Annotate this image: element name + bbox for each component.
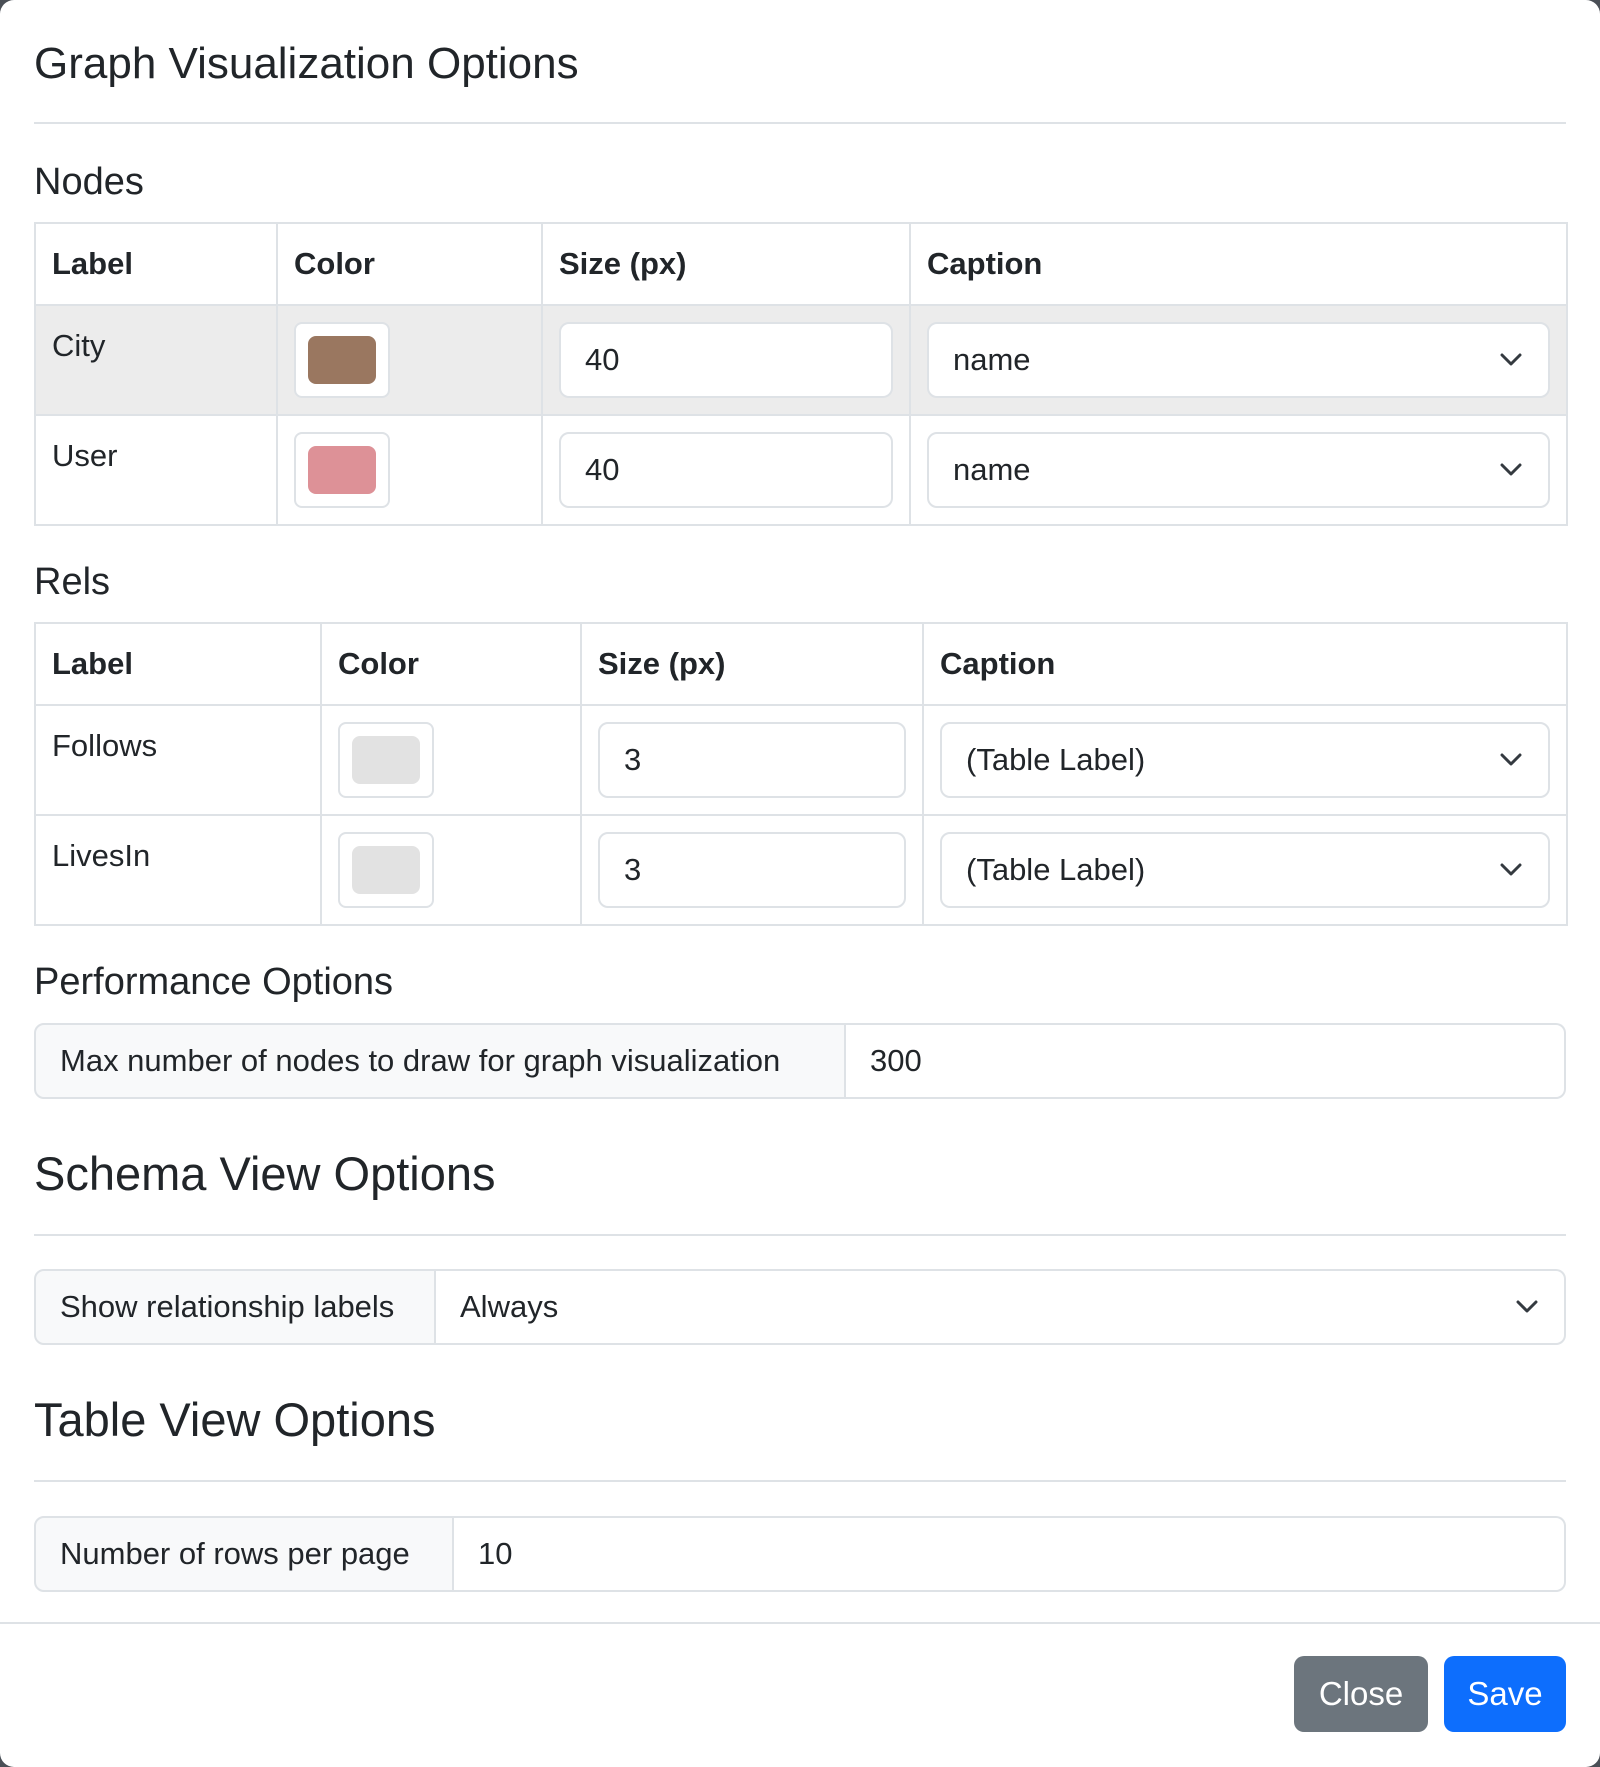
chevron-down-icon xyxy=(1500,353,1522,366)
table-row: Follows 3 (Table Label) xyxy=(34,704,1568,816)
rel-label: Follows xyxy=(34,704,322,816)
column-header-size: Size (px) xyxy=(580,622,924,706)
color-cell xyxy=(320,704,582,816)
rows-per-page-input-group: Number of rows per page 10 xyxy=(34,1516,1566,1592)
caption-select[interactable]: (Table Label) xyxy=(940,722,1550,798)
chevron-down-icon xyxy=(1500,753,1522,766)
rels-table-header: Label Color Size (px) Caption xyxy=(34,622,1568,706)
caption-select-value: name xyxy=(953,342,1031,377)
column-header-label: Label xyxy=(34,622,322,706)
color-picker[interactable] xyxy=(338,722,434,798)
show-relationship-labels-value: Always xyxy=(460,1289,559,1324)
table-row: User 40 name xyxy=(34,414,1568,526)
color-picker[interactable] xyxy=(338,832,434,908)
size-input[interactable]: 40 xyxy=(559,432,893,508)
nodes-table: Label Color Size (px) Caption City 40 na… xyxy=(34,222,1568,526)
size-cell: 40 xyxy=(541,414,911,526)
rows-per-page-input[interactable]: 10 xyxy=(454,1516,1566,1592)
rels-heading: Rels xyxy=(34,561,111,603)
size-cell: 40 xyxy=(541,304,911,416)
caption-cell: name xyxy=(909,414,1568,526)
node-label: User xyxy=(34,414,278,526)
rels-table: Label Color Size (px) Caption Follows 3 xyxy=(34,622,1568,926)
schema-view-options-heading: Schema View Options xyxy=(34,1147,496,1200)
caption-select[interactable]: name xyxy=(927,322,1550,398)
caption-select-value: name xyxy=(953,452,1031,487)
divider xyxy=(34,1234,1566,1236)
color-picker[interactable] xyxy=(294,432,390,508)
modal-title: Graph Visualization Options xyxy=(34,39,579,88)
size-cell: 3 xyxy=(580,814,924,926)
column-header-caption: Caption xyxy=(909,222,1568,306)
color-picker[interactable] xyxy=(294,322,390,398)
size-input[interactable]: 3 xyxy=(598,722,906,798)
column-header-size: Size (px) xyxy=(541,222,911,306)
show-relationship-labels-select[interactable]: Always xyxy=(436,1269,1566,1345)
size-input[interactable]: 3 xyxy=(598,832,906,908)
nodes-table-header: Label Color Size (px) Caption xyxy=(34,222,1568,306)
color-cell xyxy=(276,304,543,416)
performance-options-heading: Performance Options xyxy=(34,961,394,1003)
color-cell xyxy=(276,414,543,526)
show-relationship-labels-label: Show relationship labels xyxy=(34,1269,436,1345)
table-row: City 40 name xyxy=(34,304,1568,416)
caption-select-value: (Table Label) xyxy=(966,742,1146,777)
max-nodes-input[interactable]: 300 xyxy=(846,1023,1566,1099)
max-nodes-input-group: Max number of nodes to draw for graph vi… xyxy=(34,1023,1566,1099)
max-nodes-value: 300 xyxy=(870,1043,922,1078)
show-relationship-labels-input-group: Show relationship labels Always xyxy=(34,1269,1566,1345)
modal-header: Graph Visualization Options xyxy=(34,30,1566,124)
column-header-caption: Caption xyxy=(922,622,1568,706)
color-swatch xyxy=(308,336,376,384)
node-label: City xyxy=(34,304,278,416)
table-view-options-heading: Table View Options xyxy=(34,1393,436,1446)
rows-per-page-label: Number of rows per page xyxy=(34,1516,454,1592)
caption-select[interactable]: (Table Label) xyxy=(940,832,1550,908)
caption-select[interactable]: name xyxy=(927,432,1550,508)
color-cell xyxy=(320,814,582,926)
divider xyxy=(34,1480,1566,1482)
column-header-color: Color xyxy=(320,622,582,706)
color-swatch xyxy=(352,736,420,784)
caption-cell: (Table Label) xyxy=(922,814,1568,926)
rel-label: LivesIn xyxy=(34,814,322,926)
max-nodes-label: Max number of nodes to draw for graph vi… xyxy=(34,1023,846,1099)
size-cell: 3 xyxy=(580,704,924,816)
color-swatch xyxy=(352,846,420,894)
column-header-label: Label xyxy=(34,222,278,306)
chevron-down-icon xyxy=(1500,863,1522,876)
caption-select-value: (Table Label) xyxy=(966,852,1146,887)
caption-cell: (Table Label) xyxy=(922,704,1568,816)
nodes-heading: Nodes xyxy=(34,161,144,203)
chevron-down-icon xyxy=(1500,463,1522,476)
column-header-color: Color xyxy=(276,222,543,306)
size-input[interactable]: 40 xyxy=(559,322,893,398)
color-swatch xyxy=(308,446,376,494)
table-row: LivesIn 3 (Table Label) xyxy=(34,814,1568,926)
rows-per-page-value: 10 xyxy=(478,1536,513,1571)
close-button[interactable]: Close xyxy=(1294,1656,1428,1732)
modal-footer-divider xyxy=(0,1622,1600,1624)
chevron-down-icon xyxy=(1516,1300,1538,1313)
save-button[interactable]: Save xyxy=(1444,1656,1566,1732)
caption-cell: name xyxy=(909,304,1568,416)
graph-visualization-options-dialog: Graph Visualization Options Nodes Label … xyxy=(0,0,1600,1767)
